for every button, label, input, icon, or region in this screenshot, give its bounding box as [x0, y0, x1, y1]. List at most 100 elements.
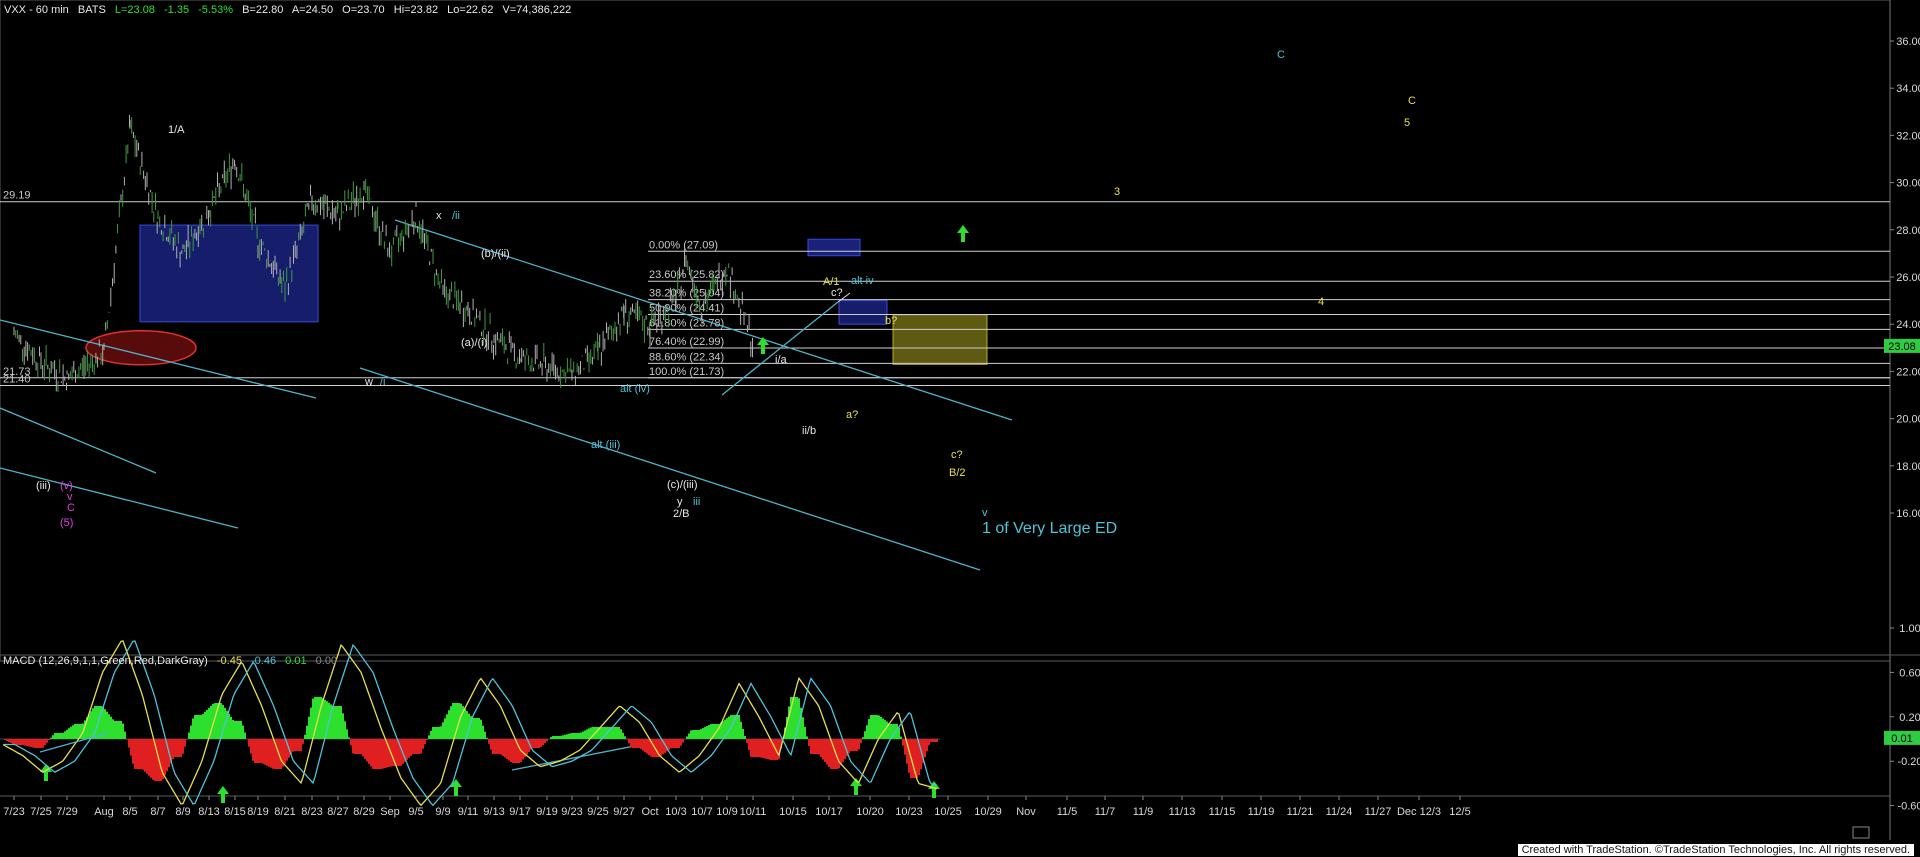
- price-tick-label: 34.00: [1896, 83, 1920, 95]
- macd-tick-label: 0.60: [1899, 667, 1920, 679]
- date-tick-label: 8/19: [247, 806, 268, 818]
- wave-label: alt (iv): [620, 383, 650, 395]
- fib-level-label: 0.00% (27.09): [649, 239, 718, 251]
- fib-level-label: 100.0% (21.73): [649, 366, 724, 378]
- date-tick-label: 9/25: [587, 806, 608, 818]
- macd-readout-3: 0.01: [285, 655, 306, 667]
- price-tick-label: 20.00: [1896, 414, 1920, 426]
- date-tick-label: 7/29: [56, 806, 77, 818]
- fib-level-label: 76.40% (22.99): [649, 336, 724, 348]
- blue-box-top: [807, 238, 861, 257]
- wave-label: /ii: [452, 210, 460, 222]
- wave-label: B/2: [949, 467, 966, 479]
- wave-label: 3: [1114, 186, 1120, 198]
- date-tick-label: 10/9: [716, 806, 737, 818]
- wave-label: C: [1408, 95, 1416, 107]
- macd-readout-1: -0.45: [217, 655, 242, 667]
- footer-credit: Created with TradeStation. ©TradeStation…: [1517, 844, 1914, 856]
- wave-label: (b)/(ii): [481, 248, 510, 260]
- date-tick-label: 8/13: [198, 806, 219, 818]
- date-tick-label: Aug: [94, 806, 114, 818]
- wave-label: a?: [846, 409, 858, 421]
- header-volume: V=74,386,222: [502, 4, 571, 16]
- wave-label: 1/A: [168, 124, 185, 136]
- date-tick-label: 9/13: [483, 806, 504, 818]
- date-tick-label: 8/23: [301, 806, 322, 818]
- channel-line: [359, 367, 981, 571]
- scroll-handle[interactable]: [1852, 826, 1870, 839]
- header-low: Lo=22.62: [447, 4, 493, 16]
- date-tick-label: 10/7: [691, 806, 712, 818]
- wave-label: 1 of Very Large ED: [982, 520, 1117, 537]
- date-tick-label: 10/17: [815, 806, 843, 818]
- wave-label: 2/B: [673, 508, 690, 520]
- date-tick-label: 10/23: [895, 806, 923, 818]
- header-readout: VXX - 60 min BATS L=23.08 -1.35 -5.53% B…: [4, 4, 571, 16]
- annotation-boxes: [85, 224, 988, 366]
- date-tick-label: Nov: [1016, 806, 1036, 818]
- macd-tick-label: 1.00: [1899, 623, 1920, 635]
- date-tick-label: 8/7: [150, 806, 165, 818]
- wave-label: C: [67, 502, 75, 514]
- macd-title-label: MACD (12,26,9,1,1,Green,Red,DarkGray): [3, 655, 208, 667]
- level-label: 29.19: [3, 190, 31, 202]
- date-tick-label: 11/24: [1326, 806, 1353, 818]
- price-chart[interactable]: VXX - 60 min BATS L=23.08 -1.35 -5.53% B…: [0, 0, 1920, 857]
- wave-label: y: [677, 496, 683, 508]
- macd-up-arrow: [217, 786, 229, 803]
- wave-label: iii: [693, 496, 700, 508]
- channel-line: [0, 467, 239, 529]
- macd-up-arrow: [928, 781, 940, 798]
- header-change: -1.35: [164, 4, 189, 16]
- date-tick-label: 11/27: [1365, 806, 1392, 818]
- date-tick-label: 11/15: [1209, 806, 1236, 818]
- wave-label: 4: [1318, 296, 1324, 308]
- date-tick-label: 11/7: [1095, 806, 1116, 818]
- wave-label: v: [982, 507, 988, 519]
- date-tick-label: 9/23: [561, 806, 582, 818]
- macd-last-label: 0.01: [1891, 733, 1912, 745]
- up-arrow: [757, 337, 769, 354]
- last-price-label: 23.08: [1888, 341, 1916, 353]
- price-tick-label: 30.00: [1896, 178, 1920, 190]
- wave-label: (a)/(i): [461, 337, 487, 349]
- channel-line: [0, 407, 157, 474]
- header-symbol: VXX - 60 min: [4, 4, 69, 16]
- wave-label: alt iv: [851, 275, 874, 287]
- level-label: 21.40: [3, 374, 31, 386]
- macd-readout-2: -0.46: [251, 655, 276, 667]
- wave-label: x: [436, 210, 442, 222]
- wave-label: b?: [885, 315, 897, 327]
- header-open: O=23.70: [342, 4, 385, 16]
- header-bid: B=22.80: [242, 4, 283, 16]
- price-tick-label: 26.00: [1896, 272, 1920, 284]
- date-tick-label: 9/9: [435, 806, 450, 818]
- wave-label: c?: [951, 449, 963, 461]
- blue-box-right: [838, 300, 888, 325]
- date-tick-label: 10/3: [665, 806, 686, 818]
- date-tick-label: 10/25: [934, 806, 962, 818]
- date-tick-label: Dec 12/3: [1397, 806, 1441, 818]
- price-tick-label: 22.00: [1896, 366, 1920, 378]
- olive-target-box: [892, 314, 988, 365]
- header-last: L=23.08: [115, 4, 155, 16]
- date-tick-label: 8/5: [122, 806, 137, 818]
- macd-title: MACD (12,26,9,1,1,Green,Red,DarkGray) -0…: [3, 655, 337, 667]
- header-high: Hi=23.82: [394, 4, 438, 16]
- wave-label: 5: [1404, 117, 1410, 129]
- fib-level-label: 88.60% (22.34): [649, 351, 724, 363]
- price-tick-label: 18.00: [1896, 461, 1920, 473]
- up-arrow: [957, 225, 969, 242]
- date-tick-label: Sep: [380, 806, 400, 818]
- macd-up-arrow: [40, 764, 52, 781]
- wave-label: i/a: [775, 354, 788, 366]
- date-tick-label: 8/27: [327, 806, 348, 818]
- date-tick-label: 10/15: [779, 806, 807, 818]
- header-ask: A=24.50: [292, 4, 333, 16]
- macd-tick-label: -0.20: [1897, 756, 1920, 768]
- date-tick-label: 9/19: [536, 806, 557, 818]
- macd-tick-label: 0.20: [1899, 712, 1920, 724]
- header-exchange: BATS: [78, 4, 106, 16]
- date-tick-label: 9/17: [509, 806, 530, 818]
- date-tick-label: 9/27: [613, 806, 634, 818]
